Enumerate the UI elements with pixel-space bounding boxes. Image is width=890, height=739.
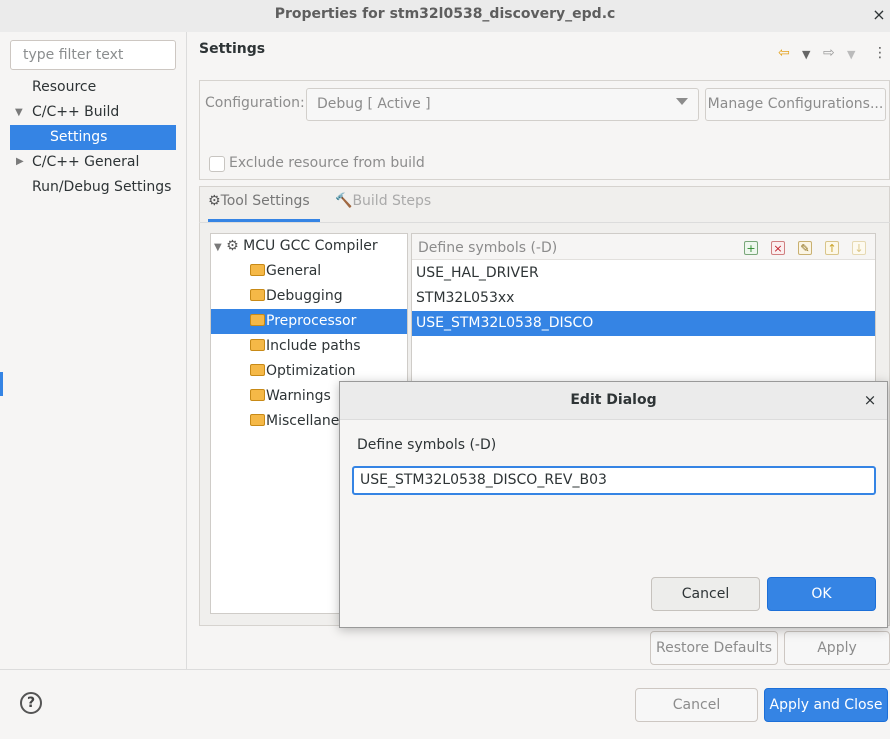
- cancel-button[interactable]: Cancel: [635, 688, 758, 722]
- nav-item-cpp-general[interactable]: C/C++ General: [32, 150, 182, 175]
- exclude-resource-checkbox[interactable]: [209, 156, 225, 172]
- nav-item-settings[interactable]: Settings: [10, 125, 176, 150]
- back-menu-chevron-icon[interactable]: ▼: [802, 48, 810, 61]
- forward-menu-chevron-icon[interactable]: ▼: [847, 48, 855, 61]
- tool-settings-icon: ⚙: [208, 193, 221, 209]
- move-up-icon[interactable]: ↑: [825, 241, 839, 255]
- apply-button[interactable]: Apply: [784, 631, 890, 665]
- edit-dialog: Edit Dialog × Define symbols (-D) USE_ST…: [339, 381, 888, 628]
- edge-marker: [0, 372, 3, 396]
- nav-item-cpp-build[interactable]: C/C++ Build: [32, 100, 182, 125]
- folder-icon: [250, 264, 265, 276]
- symbol-item[interactable]: USE_HAL_DRIVER: [412, 261, 875, 286]
- symbol-item-selected[interactable]: USE_STM32L0538_DISCO: [412, 311, 875, 336]
- configuration-label: Configuration:: [205, 95, 305, 111]
- add-icon[interactable]: +: [744, 241, 758, 255]
- tab-build-steps[interactable]: 🔨Build Steps: [335, 193, 431, 209]
- tab-tool-settings[interactable]: ⚙Tool Settings: [208, 193, 310, 209]
- nav-item-run-debug[interactable]: Run/Debug Settings: [32, 175, 182, 200]
- build-steps-icon: 🔨: [335, 193, 353, 209]
- tool-item-label: Debugging: [266, 288, 343, 304]
- footer-divider: [0, 669, 890, 670]
- tool-root-label: MCU GCC Compiler: [243, 238, 378, 254]
- view-menu-icon[interactable]: ⋮: [873, 45, 887, 61]
- compiler-gear-icon: ⚙: [226, 238, 239, 254]
- define-symbol-input[interactable]: USE_STM32L0538_DISCO_REV_B03: [352, 466, 876, 495]
- define-symbols-title: Define symbols (-D): [418, 240, 558, 256]
- dialog-cancel-button[interactable]: Cancel: [651, 577, 760, 611]
- window-title: Properties for stm32l0538_discovery_epd.…: [274, 6, 616, 22]
- dialog-ok-button[interactable]: OK: [767, 577, 876, 611]
- folder-icon: [250, 389, 265, 401]
- edit-icon[interactable]: ✎: [798, 241, 812, 255]
- close-icon[interactable]: ×: [860, 390, 880, 410]
- folder-icon: [250, 364, 265, 376]
- tab-build-steps-label: Build Steps: [352, 193, 432, 209]
- back-arrow-icon[interactable]: ⇦: [778, 45, 790, 61]
- tab-separator: [199, 222, 890, 223]
- apply-and-close-button[interactable]: Apply and Close: [764, 688, 888, 722]
- tool-item-label: Optimization: [266, 363, 356, 379]
- tool-item-include-paths[interactable]: Include paths: [250, 334, 406, 359]
- forward-arrow-icon[interactable]: ⇨: [823, 45, 835, 61]
- expand-triangle-icon[interactable]: ▼: [15, 107, 23, 118]
- tool-item-label: Preprocessor: [266, 313, 357, 329]
- page-title: Settings: [199, 41, 266, 57]
- tool-item-label: General: [266, 263, 322, 279]
- configuration-select[interactable]: Debug [ Active ]: [306, 88, 699, 121]
- restore-defaults-button[interactable]: Restore Defaults: [650, 631, 778, 665]
- tool-tree-root[interactable]: ▼ ⚙ MCU GCC Compiler: [214, 234, 404, 259]
- window-close-icon[interactable]: ×: [868, 4, 890, 26]
- tool-item-preprocessor[interactable]: Preprocessor: [211, 309, 407, 334]
- dialog-field-label: Define symbols (-D): [357, 437, 497, 453]
- tool-item-label: Warnings: [266, 388, 331, 404]
- folder-icon: [250, 339, 265, 351]
- tool-item-general[interactable]: General: [250, 259, 406, 284]
- nav-item-resource[interactable]: Resource: [32, 75, 182, 100]
- dialog-title: Edit Dialog: [570, 392, 657, 408]
- expand-triangle-icon[interactable]: ▼: [214, 242, 222, 253]
- tab-tool-settings-label: Tool Settings: [220, 193, 310, 209]
- chevron-down-icon[interactable]: [676, 98, 688, 105]
- move-down-icon[interactable]: ↓: [852, 241, 866, 255]
- folder-icon: [250, 414, 265, 426]
- folder-icon: [250, 289, 265, 301]
- symbol-item[interactable]: STM32L053xx: [412, 286, 875, 311]
- manage-configurations-button[interactable]: Manage Configurations...: [705, 88, 886, 121]
- tool-item-label: Include paths: [266, 338, 361, 354]
- filter-input[interactable]: type filter text: [10, 40, 176, 70]
- tool-item-debugging[interactable]: Debugging: [250, 284, 406, 309]
- folder-icon: [250, 314, 265, 326]
- delete-icon[interactable]: ×: [771, 241, 785, 255]
- collapse-triangle-icon[interactable]: ▶: [16, 156, 24, 167]
- pane-divider[interactable]: [186, 32, 187, 669]
- exclude-resource-label: Exclude resource from build: [229, 155, 425, 171]
- help-icon[interactable]: ?: [20, 692, 42, 714]
